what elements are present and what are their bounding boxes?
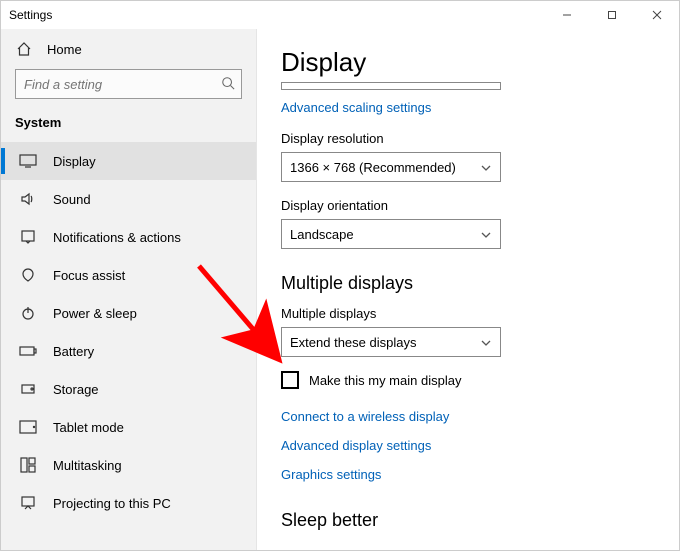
search-field[interactable] bbox=[16, 70, 211, 98]
sidebar-item-label: Multitasking bbox=[53, 458, 122, 473]
maximize-button[interactable] bbox=[589, 1, 634, 29]
scaling-preview-box bbox=[281, 82, 501, 90]
sidebar-item-label: Battery bbox=[53, 344, 94, 359]
sidebar-item-multitasking[interactable]: Multitasking bbox=[1, 446, 256, 484]
multiple-displays-dropdown[interactable]: Extend these displays bbox=[281, 327, 501, 357]
multiple-displays-label: Multiple displays bbox=[281, 306, 655, 321]
chevron-down-icon bbox=[480, 335, 492, 350]
sidebar-item-tablet-mode[interactable]: Tablet mode bbox=[1, 408, 256, 446]
window-title: Settings bbox=[9, 8, 52, 22]
sidebar-item-battery[interactable]: Battery bbox=[1, 332, 256, 370]
wireless-display-link[interactable]: Connect to a wireless display bbox=[281, 409, 655, 424]
sidebar-item-display[interactable]: Display bbox=[1, 142, 256, 180]
window-controls bbox=[544, 1, 679, 29]
orientation-dropdown[interactable]: Landscape bbox=[281, 219, 501, 249]
sidebar-item-sound[interactable]: Sound bbox=[1, 180, 256, 218]
advanced-display-settings-link[interactable]: Advanced display settings bbox=[281, 438, 655, 453]
multitasking-icon bbox=[19, 456, 37, 474]
sidebar-item-focus-assist[interactable]: Focus assist bbox=[1, 256, 256, 294]
battery-icon bbox=[19, 342, 37, 360]
chevron-down-icon bbox=[480, 160, 492, 175]
sound-icon bbox=[19, 190, 37, 208]
sidebar-item-label: Focus assist bbox=[53, 268, 125, 283]
power-icon bbox=[19, 304, 37, 322]
resolution-value: 1366 × 768 (Recommended) bbox=[290, 160, 456, 175]
tablet-icon bbox=[19, 418, 37, 436]
sidebar-item-label: Display bbox=[53, 154, 96, 169]
nav-list: Display Sound Notifications & actions Fo… bbox=[1, 142, 256, 550]
close-button[interactable] bbox=[634, 1, 679, 29]
storage-icon bbox=[19, 380, 37, 398]
home-button[interactable]: Home bbox=[1, 29, 256, 69]
main-display-checkbox[interactable] bbox=[281, 371, 299, 389]
sidebar-item-label: Storage bbox=[53, 382, 99, 397]
orientation-value: Landscape bbox=[290, 227, 354, 242]
display-icon bbox=[19, 152, 37, 170]
main-display-checkbox-row[interactable]: Make this my main display bbox=[281, 371, 655, 389]
home-icon bbox=[15, 40, 33, 58]
resolution-label: Display resolution bbox=[281, 131, 655, 146]
settings-window: Settings Home bbox=[0, 0, 680, 551]
sidebar: Home System Display Sound bbox=[1, 29, 257, 550]
sidebar-item-label: Sound bbox=[53, 192, 91, 207]
titlebar: Settings bbox=[1, 1, 679, 29]
sidebar-item-label: Notifications & actions bbox=[53, 230, 181, 245]
sidebar-item-label: Tablet mode bbox=[53, 420, 124, 435]
focus-assist-icon bbox=[19, 266, 37, 284]
page-title: Display bbox=[281, 47, 655, 78]
main-display-checkbox-label: Make this my main display bbox=[309, 373, 461, 388]
graphics-settings-link[interactable]: Graphics settings bbox=[281, 467, 655, 482]
advanced-scaling-link[interactable]: Advanced scaling settings bbox=[281, 100, 431, 115]
multiple-displays-value: Extend these displays bbox=[290, 335, 416, 350]
chevron-down-icon bbox=[480, 227, 492, 242]
content-pane: Display Advanced scaling settings Displa… bbox=[257, 29, 679, 550]
sidebar-item-power-sleep[interactable]: Power & sleep bbox=[1, 294, 256, 332]
sleep-better-heading: Sleep better bbox=[281, 510, 655, 531]
sidebar-item-storage[interactable]: Storage bbox=[1, 370, 256, 408]
projecting-icon bbox=[19, 494, 37, 512]
search-input[interactable] bbox=[15, 69, 242, 99]
sidebar-item-projecting[interactable]: Projecting to this PC bbox=[1, 484, 256, 522]
section-heading: System bbox=[1, 107, 256, 142]
sidebar-item-notifications[interactable]: Notifications & actions bbox=[1, 218, 256, 256]
search-icon bbox=[221, 76, 235, 93]
sidebar-item-label: Projecting to this PC bbox=[53, 496, 171, 511]
sidebar-item-label: Power & sleep bbox=[53, 306, 137, 321]
notifications-icon bbox=[19, 228, 37, 246]
multiple-displays-heading: Multiple displays bbox=[281, 273, 655, 294]
orientation-label: Display orientation bbox=[281, 198, 655, 213]
minimize-button[interactable] bbox=[544, 1, 589, 29]
home-label: Home bbox=[47, 42, 82, 57]
resolution-dropdown[interactable]: 1366 × 768 (Recommended) bbox=[281, 152, 501, 182]
